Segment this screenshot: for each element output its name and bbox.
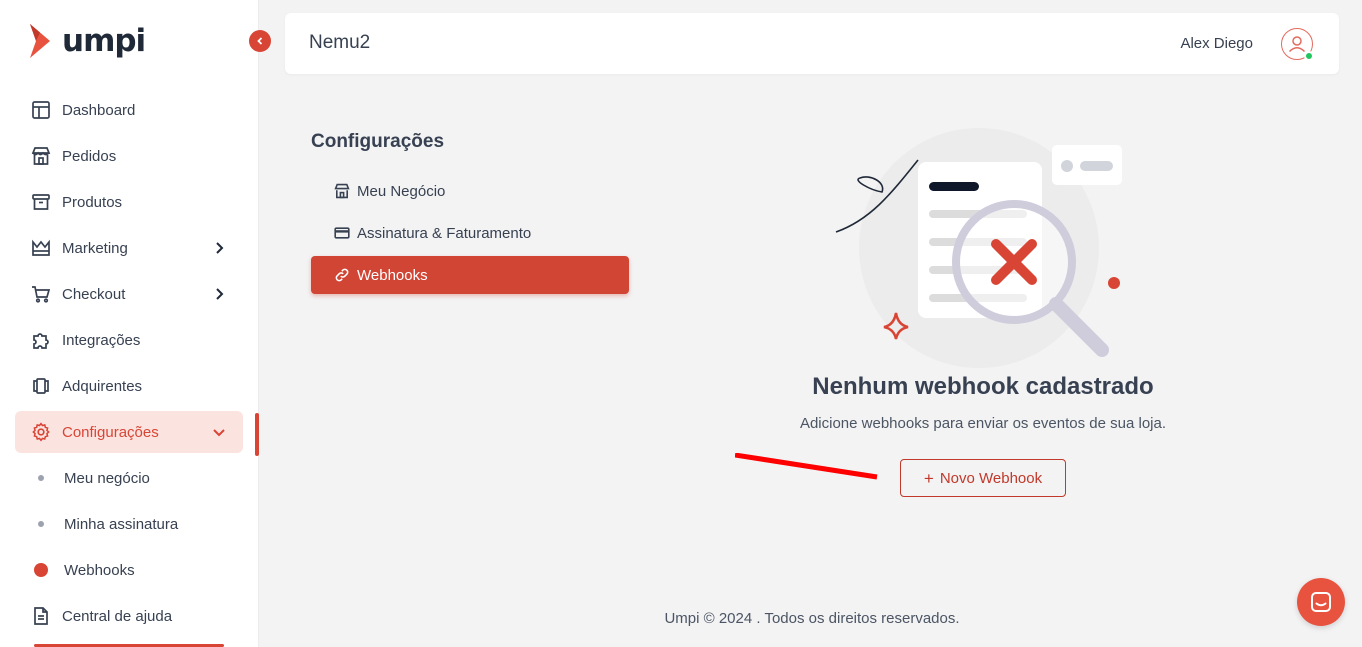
sidebar-item-label: Marketing (62, 239, 128, 257)
archive-icon (31, 192, 51, 212)
cart-icon (31, 284, 51, 304)
sidebar-subitem-label: Minha assinatura (64, 515, 179, 533)
document-icon (31, 606, 51, 626)
sidebar-item-label: Checkout (62, 285, 126, 303)
store-icon (333, 182, 351, 200)
settings-menu: Meu Negócio Assinatura & Faturamento Web… (311, 172, 629, 298)
sidebar-collapse-button[interactable] (249, 30, 271, 52)
logo-mark-icon (30, 24, 50, 58)
top-header: Nemu2 Alex Diego (285, 13, 1339, 74)
bullet-icon (38, 475, 44, 481)
settings-item-meu-negocio[interactable]: Meu Negócio (311, 172, 629, 210)
settings-item-assinatura[interactable]: Assinatura & Faturamento (311, 214, 629, 252)
bullet-active-icon (34, 563, 48, 577)
crown-icon (31, 238, 51, 258)
settings-item-label: Webhooks (357, 266, 428, 284)
active-nav-indicator (255, 413, 259, 456)
sidebar-item-marketing[interactable]: Marketing (15, 227, 243, 269)
new-webhook-button[interactable]: + Novo Webhook (900, 459, 1066, 497)
store-name: Nemu2 (309, 32, 371, 53)
sidebar-item-adquirentes[interactable]: Adquirentes (15, 365, 243, 407)
gear-icon (31, 422, 51, 442)
page-footer: Umpi © 2024 . Todos os direitos reservad… (664, 610, 960, 627)
brand-name: umpi (62, 23, 146, 59)
sidebar-item-checkout[interactable]: Checkout (15, 273, 243, 315)
sidebar-item-pedidos[interactable]: Pedidos (15, 135, 243, 177)
layout-icon (31, 100, 51, 120)
empty-state-title: Nenhum webhook cadastrado (812, 373, 1154, 400)
sidebar-item-central-de-ajuda[interactable]: Central de ajuda (15, 595, 243, 637)
chevron-left-icon (257, 37, 263, 45)
cards-icon (31, 376, 51, 396)
sidebar-item-produtos[interactable]: Produtos (15, 181, 243, 223)
sidebar-subitem-label: Webhooks (64, 561, 135, 579)
user-name[interactable]: Alex Diego (1180, 35, 1253, 52)
new-webhook-button-label: Novo Webhook (939, 469, 1043, 487)
annotation-stroke (735, 453, 878, 480)
avatar[interactable] (1281, 28, 1314, 61)
empty-state-subtitle: Adicione webhooks para enviar os eventos… (799, 415, 1167, 432)
sidebar-item-label: Adquirentes (62, 377, 143, 395)
sidebar-nav: Dashboard Pedidos Produtos Marketing Che… (15, 89, 243, 641)
settings-item-webhooks[interactable]: Webhooks (311, 256, 629, 294)
sidebar-item-integracoes[interactable]: Integrações (15, 319, 243, 361)
bullet-icon (38, 521, 44, 527)
sidebar-subitem-meu-negocio[interactable]: Meu negócio (15, 457, 243, 499)
chevron-right-icon (216, 288, 224, 300)
online-status-badge (1304, 51, 1314, 61)
plus-icon: + (923, 468, 934, 488)
sidebar-subitem-webhooks[interactable]: Webhooks (15, 549, 243, 591)
sidebar-subitem-label: Meu negócio (64, 469, 150, 487)
sidebar-item-label: Dashboard (62, 101, 136, 119)
credit-card-icon (333, 224, 351, 242)
chevron-down-icon (213, 429, 225, 437)
sidebar-item-label: Produtos (62, 193, 123, 211)
settings-item-label: Assinatura & Faturamento (357, 224, 532, 242)
sidebar-subitem-minha-assinatura[interactable]: Minha assinatura (15, 503, 243, 545)
chevron-right-icon (216, 242, 224, 254)
settings-item-label: Meu Negócio (357, 182, 446, 200)
sidebar-item-label: Integrações (62, 331, 141, 349)
store-icon (31, 146, 51, 166)
sidebar-item-label: Pedidos (62, 147, 117, 165)
sidebar-item-dashboard[interactable]: Dashboard (15, 89, 243, 131)
sidebar-item-configuracoes[interactable]: Configurações (15, 411, 243, 453)
puzzle-icon (31, 330, 51, 350)
link-icon (333, 266, 351, 284)
chat-icon (1311, 592, 1331, 612)
sidebar: umpi Dashboard Pedidos Produtos Marketin… (0, 0, 259, 647)
chat-launcher-button[interactable] (1297, 578, 1345, 626)
sidebar-item-label: Configurações (62, 423, 159, 441)
empty-state-illustration (835, 128, 1122, 368)
brand-logo[interactable]: umpi (30, 23, 146, 59)
sidebar-item-label: Central de ajuda (62, 607, 173, 625)
settings-title: Configurações (311, 131, 445, 152)
